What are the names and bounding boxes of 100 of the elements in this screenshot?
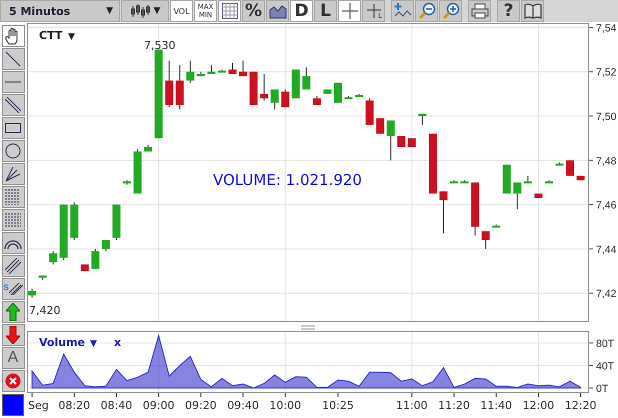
time-axis-label: 10:25 xyxy=(322,399,354,412)
period-dropdown[interactable]: 5 Minutos ▼ xyxy=(0,0,120,22)
drawing-tool-button[interactable] xyxy=(2,117,24,139)
add-indicator-button[interactable] xyxy=(391,0,414,22)
candlestick xyxy=(218,69,226,73)
delete-icon xyxy=(5,373,21,389)
drawing-tool-button[interactable] xyxy=(2,71,24,93)
help-button[interactable]: ? xyxy=(497,0,520,22)
time-axis-label: Seg xyxy=(28,399,49,412)
price-axis-label: 7,46 xyxy=(596,200,616,212)
candlestick xyxy=(102,240,110,252)
price-axis-label: 7,50 xyxy=(596,111,616,124)
d-button[interactable]: D xyxy=(290,0,313,22)
zoom-in-button[interactable] xyxy=(439,0,462,22)
plus-line-icon xyxy=(394,3,412,19)
area-chart-icon xyxy=(268,3,286,19)
low-price-label: 7,420 xyxy=(29,304,60,317)
candlestick xyxy=(366,98,374,126)
candlestick xyxy=(513,182,522,210)
volume-panel-title: Volume xyxy=(39,336,85,349)
candlestick xyxy=(566,160,574,176)
candlestick xyxy=(312,96,321,106)
candlestick xyxy=(460,180,469,184)
candlestick xyxy=(471,182,480,236)
crosshair-button[interactable] xyxy=(338,0,361,22)
drawing-tool-button[interactable] xyxy=(2,48,24,70)
book-button[interactable] xyxy=(521,0,544,22)
candlestick xyxy=(165,60,174,108)
splitter-grip-icon[interactable] xyxy=(301,324,315,330)
candlestick xyxy=(186,60,194,84)
zoom-out-icon xyxy=(418,2,436,20)
candlestick xyxy=(28,288,36,298)
candlestick xyxy=(376,118,384,134)
horizontal-line-icon xyxy=(5,80,21,84)
printer-icon xyxy=(470,3,488,19)
grid-icon xyxy=(222,3,238,19)
drawing-tool-button[interactable] xyxy=(2,232,24,254)
crosshair-icon xyxy=(342,3,358,19)
channel-lines-icon xyxy=(8,283,23,295)
tool-letter: S xyxy=(3,283,9,292)
time-axis-label: 08:20 xyxy=(58,399,90,412)
drawing-tool-button[interactable] xyxy=(2,94,24,116)
candlestick xyxy=(576,175,585,181)
rectangle-icon xyxy=(5,122,21,134)
volume-axis-label: 0T xyxy=(596,383,608,395)
candlestick xyxy=(544,180,553,184)
time-axis-label: 11:20 xyxy=(438,399,470,412)
drawing-tool-button[interactable] xyxy=(2,324,24,346)
caret-icon[interactable]: ▼ xyxy=(68,32,75,42)
candlestick xyxy=(196,71,205,77)
candlestick xyxy=(228,62,236,74)
print-button[interactable] xyxy=(468,0,491,22)
candlestick xyxy=(556,162,564,166)
candlestick xyxy=(38,275,47,280)
time-axis-label: 11:40 xyxy=(480,399,512,412)
candlestick xyxy=(176,64,184,110)
horizontal-lines-icon xyxy=(5,213,21,227)
color-picker[interactable] xyxy=(2,394,24,416)
candlestick xyxy=(144,144,152,152)
candlestick xyxy=(134,148,142,194)
candlestick xyxy=(270,88,279,110)
down-arrow-icon xyxy=(6,326,20,344)
drawing-tool-button[interactable] xyxy=(2,209,24,231)
drawing-tool-button[interactable] xyxy=(2,140,24,162)
drawing-tool-button[interactable] xyxy=(2,25,24,47)
close-icon[interactable]: x xyxy=(114,336,122,349)
zoom-out-button[interactable] xyxy=(415,0,438,22)
channel-lines-icon xyxy=(5,258,21,274)
fan-lines-icon xyxy=(5,166,21,182)
volume-total-text: VOLUME: 1.021.920 xyxy=(213,171,362,189)
drawing-tool-button[interactable] xyxy=(2,163,24,185)
diagonal-line-icon xyxy=(5,51,21,67)
time-axis-label: 11:00 xyxy=(396,399,428,412)
drawing-tool-button[interactable] xyxy=(2,186,24,208)
candlestick xyxy=(492,224,500,228)
candlestick xyxy=(302,66,310,90)
chart-type-dropdown[interactable]: ▼ xyxy=(121,0,169,22)
candlestick xyxy=(344,96,353,100)
l-button[interactable]: L xyxy=(314,0,337,22)
candlestick xyxy=(60,204,68,260)
volume-axis-label: 80T xyxy=(596,338,614,350)
time-axis-label: 08:40 xyxy=(100,399,132,412)
candlestick xyxy=(534,193,542,198)
candlestick xyxy=(482,230,490,250)
area-button[interactable] xyxy=(266,0,289,22)
caret-icon[interactable]: ▼ xyxy=(90,339,97,349)
grid-button[interactable] xyxy=(218,0,241,22)
circle-icon xyxy=(5,143,21,159)
candlestick xyxy=(260,73,268,102)
crosshair-icon xyxy=(366,4,380,18)
drawing-tool-button[interactable] xyxy=(2,255,24,277)
candlestick xyxy=(439,190,448,234)
zoom-in-icon xyxy=(442,2,460,20)
percent-button[interactable]: % xyxy=(242,0,265,22)
text-tool-button[interactable]: A xyxy=(2,347,24,369)
drawing-tool-button[interactable] xyxy=(2,301,24,323)
candlestick xyxy=(49,250,58,265)
up-arrow-icon xyxy=(6,303,20,321)
candlestick xyxy=(418,113,426,126)
volume-button[interactable]: VOL xyxy=(170,0,193,22)
